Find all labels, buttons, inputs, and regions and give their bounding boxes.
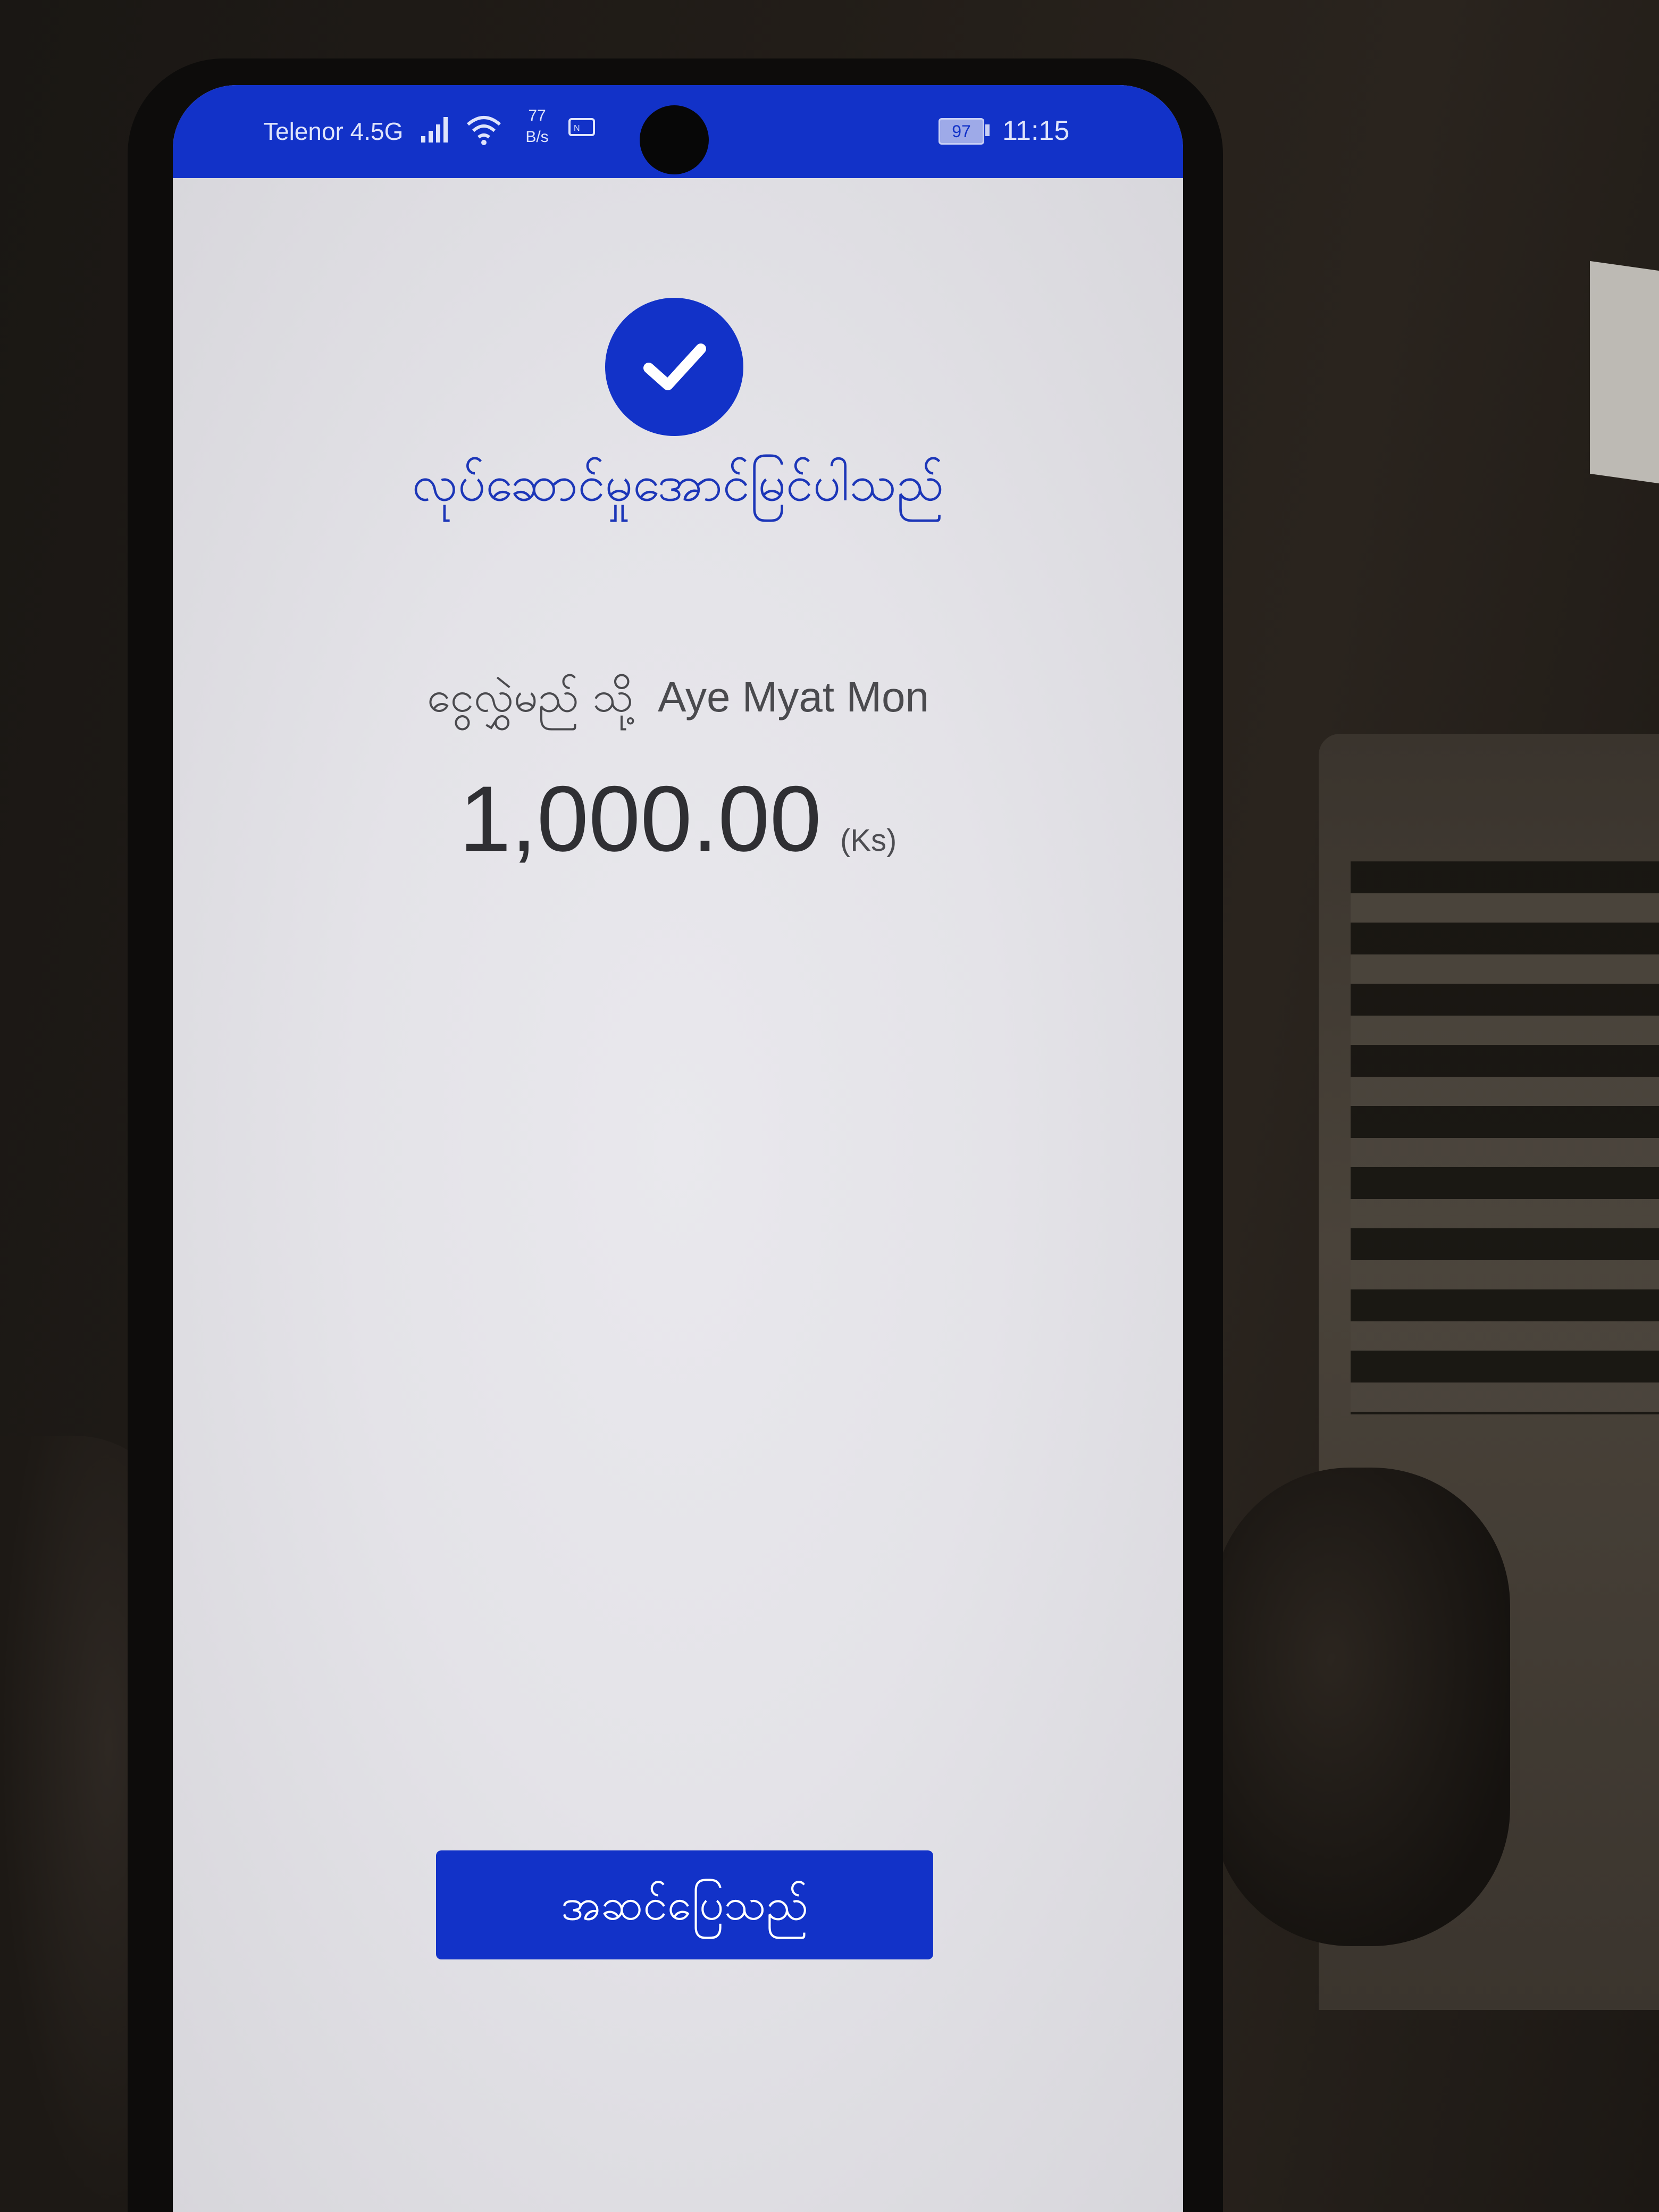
success-title: လုပ်ဆောင်မှုအောင်မြင်ပါသည်	[412, 455, 944, 512]
battery-icon: 97	[939, 118, 984, 145]
amount-value: 1,000.00	[459, 767, 822, 871]
network-speed: 77 B/s	[516, 105, 558, 148]
status-bar: Telenor 4.5G 77 B/s N 97 11:15	[173, 85, 1183, 178]
svg-text:N: N	[574, 124, 580, 133]
background-light	[1590, 261, 1659, 484]
amount-currency: (Ks)	[840, 823, 897, 858]
nfc-icon: N	[567, 117, 599, 140]
check-circle-icon	[605, 298, 743, 436]
signal-icon	[420, 113, 457, 147]
carrier-label: Telenor 4.5G	[263, 118, 404, 145]
amount-line: 1,000.00 (Ks)	[173, 766, 1183, 873]
recipient-prefix: ငွေလွှဲမည် သို့	[427, 672, 634, 722]
done-button[interactable]: အဆင်ပြေသည်	[436, 1850, 933, 1959]
network-speed-value: 77	[528, 107, 546, 124]
network-speed-unit: B/s	[525, 128, 549, 146]
phone-screen: Telenor 4.5G 77 B/s N 97 11:15 လုပ်ဆောင်…	[173, 85, 1183, 2212]
clock: 11:15	[1002, 115, 1070, 146]
recipient-name: Aye Myat Mon	[658, 673, 929, 720]
battery-tip	[985, 124, 990, 136]
background-vent	[1351, 861, 1659, 1414]
camera-punch-hole	[640, 105, 709, 174]
wifi-icon	[465, 113, 502, 149]
recipient-line: ငွေလွှဲမည် သို့ Aye Myat Mon	[173, 670, 1183, 733]
holding-thumb	[1212, 1468, 1510, 1946]
